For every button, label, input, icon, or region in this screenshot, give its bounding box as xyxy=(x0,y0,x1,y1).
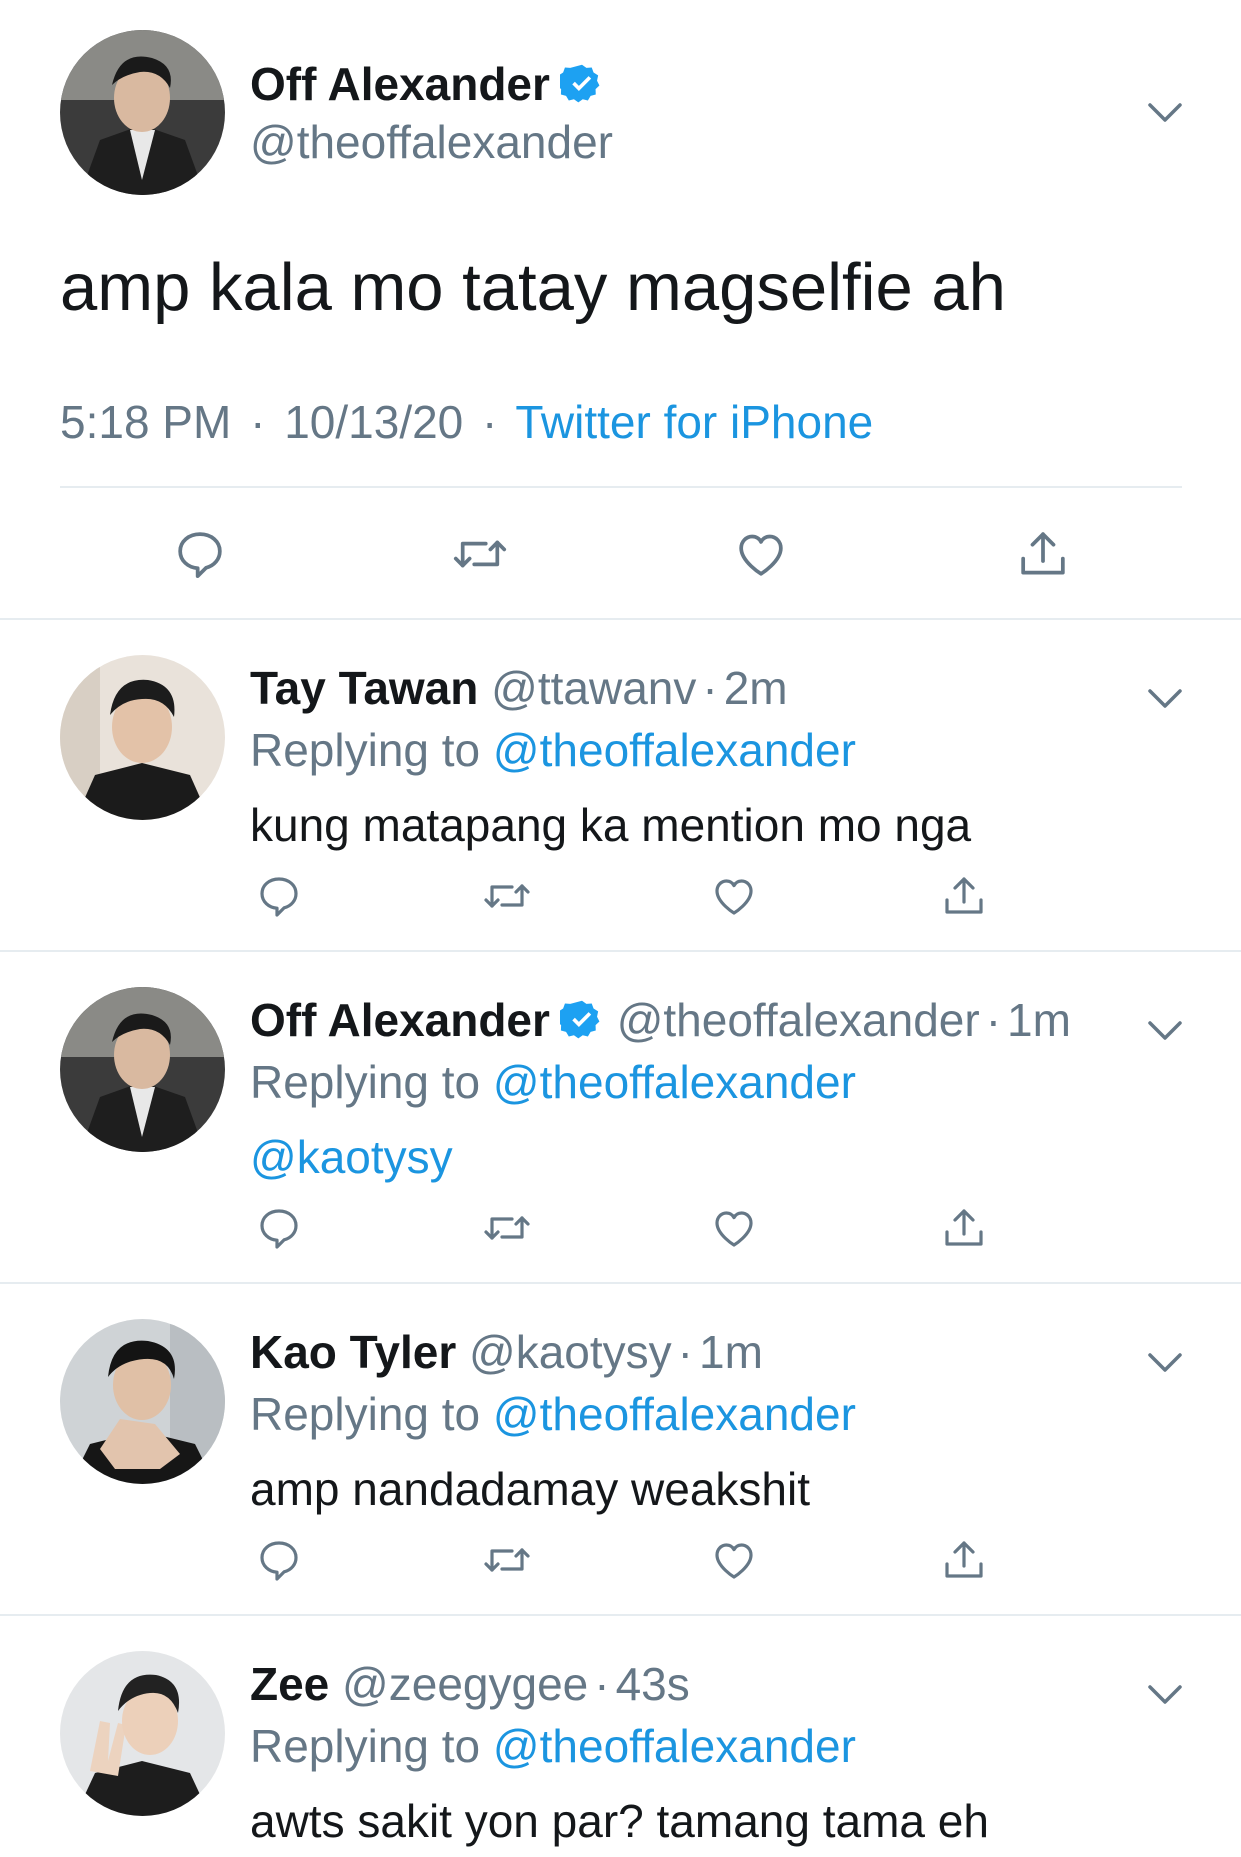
share-icon xyxy=(945,877,983,914)
meta-separator: · xyxy=(250,396,266,448)
avatar[interactable] xyxy=(60,30,225,195)
avatar[interactable] xyxy=(60,655,225,820)
retweet-button[interactable] xyxy=(481,1204,533,1257)
share-icon xyxy=(945,1209,983,1246)
divider xyxy=(60,486,1182,488)
author-line: Off Alexander @theoffalexander · 1m xyxy=(250,992,1071,1054)
author-handle[interactable]: @theoffalexander xyxy=(250,114,613,170)
tweet-time: 5:18 PM xyxy=(60,396,232,448)
retweet-icon xyxy=(453,540,507,568)
like-button[interactable] xyxy=(710,1204,758,1257)
tweet-text: awts sakit yon par? tamang tama eh xyxy=(250,1795,989,1847)
author-line: Kao Tyler @kaotysy · 1m xyxy=(250,1324,763,1380)
meta-separator: · xyxy=(482,396,498,448)
tweet-text: amp nandadamay weakshit xyxy=(250,1463,810,1515)
retweet-icon xyxy=(484,884,530,908)
avatar[interactable] xyxy=(60,987,225,1152)
meta-separator: · xyxy=(594,1658,610,1710)
reply-tweet: Off Alexander @theoffalexander · 1m Replyi… xyxy=(0,952,1241,1284)
heart-icon xyxy=(715,879,753,915)
author-line: Off Alexander xyxy=(250,56,604,118)
chevron-down-icon[interactable] xyxy=(1145,1342,1185,1382)
chevron-down-icon[interactable] xyxy=(1145,678,1185,718)
share-button[interactable] xyxy=(940,1536,988,1589)
chevron-down-icon[interactable] xyxy=(1145,1674,1185,1714)
reply-tweet: Tay Tawan @ttawanv · 2m Replying to @theof… xyxy=(0,620,1241,952)
tweet-text: kung matapang ka mention mo nga xyxy=(250,799,972,851)
replying-to: Replying to @theoffalexander xyxy=(250,722,856,778)
share-button[interactable] xyxy=(1015,526,1071,587)
like-button[interactable] xyxy=(733,526,789,587)
replying-to: Replying to @theoffalexander xyxy=(250,1386,856,1442)
like-button[interactable] xyxy=(710,1536,758,1589)
verified-badge-icon xyxy=(557,62,604,118)
verified-badge-icon xyxy=(557,998,604,1054)
tweet-meta: 5:18 PM · 10/13/20 · Twitter for iPhone xyxy=(60,394,873,450)
tweet-date: 10/13/20 xyxy=(284,396,464,448)
avatar[interactable] xyxy=(60,1319,225,1484)
author-name[interactable]: Kao Tyler xyxy=(250,1326,456,1378)
replying-to-link[interactable]: @theoffalexander xyxy=(493,1056,856,1108)
replying-to-link[interactable]: @theoffalexander xyxy=(493,1388,856,1440)
meta-separator: · xyxy=(677,1326,693,1378)
reply-icon xyxy=(260,877,298,917)
author-line: Zee @zeegygee · 43s xyxy=(250,1656,690,1712)
chevron-down-icon[interactable] xyxy=(1145,92,1185,132)
author-name[interactable]: Tay Tawan xyxy=(250,662,478,714)
tweet-source-link[interactable]: Twitter for iPhone xyxy=(515,396,873,448)
main-tweet: Off Alexander @theoffalexander amp kala … xyxy=(0,0,1241,620)
author-name[interactable]: Off Alexander xyxy=(250,58,550,110)
tweet-text-mention[interactable]: @kaotysy xyxy=(250,1129,453,1185)
replying-to-link[interactable]: @theoffalexander xyxy=(493,1720,856,1772)
share-button[interactable] xyxy=(940,1204,988,1257)
author-handle[interactable]: @ttawanv xyxy=(491,662,696,714)
author-handle[interactable]: @zeegygee xyxy=(342,1658,588,1710)
heart-icon xyxy=(715,1211,753,1247)
retweet-icon xyxy=(484,1548,530,1572)
share-icon xyxy=(945,1541,983,1578)
retweet-button[interactable] xyxy=(481,872,533,925)
reply-icon xyxy=(260,1541,298,1581)
replying-to-link[interactable]: @theoffalexander xyxy=(493,724,856,776)
author-line: Tay Tawan @ttawanv · 2m xyxy=(250,660,788,716)
tweet-text: amp kala mo tatay magselfie ah xyxy=(60,250,1006,325)
author-handle[interactable]: @theoffalexander xyxy=(617,994,980,1046)
retweet-button[interactable] xyxy=(450,526,510,587)
chevron-down-icon[interactable] xyxy=(1145,1010,1185,1050)
meta-separator: · xyxy=(985,994,1002,1046)
replying-label: Replying to xyxy=(250,1388,481,1440)
tweet-age: 43s xyxy=(615,1658,690,1710)
tweet-age: 1m xyxy=(1007,994,1071,1046)
tweet-age: 2m xyxy=(723,662,788,714)
reply-button[interactable] xyxy=(255,1536,303,1589)
heart-icon xyxy=(715,1543,753,1579)
heart-icon xyxy=(739,534,783,576)
reply-icon xyxy=(260,1209,298,1249)
reply-tweet: Kao Tyler @kaotysy · 1m Replying to @theof… xyxy=(0,1284,1241,1616)
reply-button[interactable] xyxy=(172,526,228,587)
replying-label: Replying to xyxy=(250,1720,481,1772)
reply-tweet: Zee @zeegygee · 43s Replying to @theoffale… xyxy=(0,1616,1241,1857)
reply-button[interactable] xyxy=(255,1204,303,1257)
meta-separator: · xyxy=(702,662,718,714)
like-button[interactable] xyxy=(710,872,758,925)
retweet-icon xyxy=(484,1216,530,1240)
author-name[interactable]: Zee xyxy=(250,1658,329,1710)
replying-to: Replying to @theoffalexander xyxy=(250,1718,856,1774)
retweet-button[interactable] xyxy=(481,1536,533,1589)
author-handle[interactable]: @kaotysy xyxy=(469,1326,672,1378)
replying-label: Replying to xyxy=(250,1056,481,1108)
share-button[interactable] xyxy=(940,872,988,925)
replying-to: Replying to @theoffalexander xyxy=(250,1054,856,1110)
reply-button[interactable] xyxy=(255,872,303,925)
replying-label: Replying to xyxy=(250,724,481,776)
share-icon xyxy=(1021,532,1065,575)
reply-icon xyxy=(178,532,222,579)
avatar[interactable] xyxy=(60,1651,225,1816)
author-name[interactable]: Off Alexander xyxy=(250,994,550,1046)
tweet-age: 1m xyxy=(698,1326,763,1378)
